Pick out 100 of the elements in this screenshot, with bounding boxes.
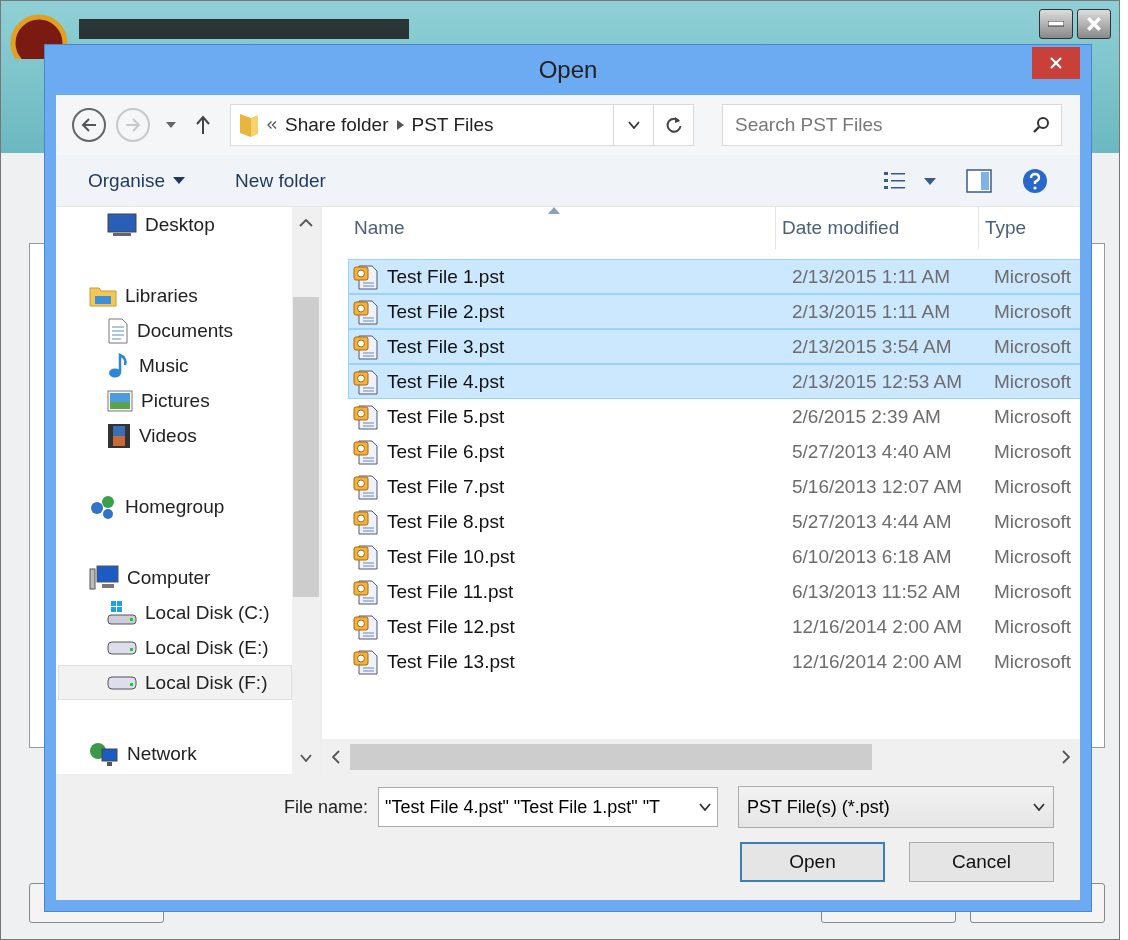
right-arrow-icon (124, 117, 142, 133)
network-icon (89, 740, 119, 767)
column-header[interactable]: Date modified (776, 207, 979, 249)
address-bar[interactable]: Share folder PST Files (230, 104, 694, 146)
type-cell-text: Microsoft (993, 300, 1072, 323)
vertical-scrollbar[interactable] (292, 207, 320, 774)
caret-icon (166, 122, 176, 128)
picture-icon (107, 389, 133, 412)
date-cell-text: 12/16/2014 2:00 AM (791, 615, 964, 638)
computer-icon (89, 564, 119, 591)
column-header[interactable]: Type (979, 207, 1080, 249)
nav-item[interactable]: Music (58, 348, 292, 383)
type-cell-text: Microsoft (993, 440, 1072, 463)
folder-icon (239, 112, 259, 138)
date-cell-text: 12/16/2014 2:00 AM (791, 650, 964, 673)
up-chevron-icon (299, 219, 313, 227)
minimize-button[interactable] (1039, 9, 1073, 39)
nav-item[interactable]: Local Disk (F:) (58, 665, 292, 700)
minimize-icon (1048, 21, 1064, 27)
date-cell-text: 6/13/2013 11:52 AM (791, 580, 962, 603)
date-cell-text: 2/6/2015 2:39 AM (791, 405, 942, 428)
file-name: Test File 12.pst (387, 615, 515, 638)
breadcrumb[interactable]: PST Files (411, 114, 494, 136)
file-type-dropdown[interactable]: PST File(s) (*.pst) (738, 786, 1054, 828)
pst-file-icon (353, 403, 379, 430)
drive-icon (107, 674, 137, 691)
scroll-thumb[interactable] (293, 297, 319, 597)
file-name: Test File 13.pst (387, 650, 515, 673)
pst-file-icon (353, 578, 379, 605)
pst-file-icon (353, 333, 379, 360)
type-cell-text: Microsoft (993, 580, 1072, 603)
file-row[interactable]: Test File 1.pst 2/13/2015 1:11 AM Microsoft (348, 259, 1080, 294)
date-cell-text: 2/13/2015 3:54 AM (791, 335, 953, 358)
nav-item[interactable]: Pictures (58, 383, 292, 418)
file-name: Test File 1.pst (387, 265, 505, 288)
file-row[interactable]: Test File 6.pst 5/27/2013 4:40 AM Microsoft (348, 434, 1080, 469)
date-cell-text: 2/13/2015 1:11 AM (791, 265, 952, 288)
search-field[interactable]: Search PST Files (722, 104, 1062, 146)
close-icon (1049, 56, 1063, 70)
nav-item[interactable]: Desktop (58, 207, 292, 242)
up-arrow-icon (195, 115, 211, 135)
double-chevron-icon (267, 121, 277, 129)
nav-item[interactable]: Network (58, 736, 292, 771)
film-icon (107, 422, 131, 449)
nav-item[interactable]: Documents (58, 313, 292, 348)
right-chevron-icon (1062, 749, 1070, 764)
scroll-thumb[interactable] (350, 743, 872, 770)
nav-item[interactable]: Videos (58, 418, 292, 453)
back-button[interactable] (72, 108, 106, 142)
file-name-field[interactable]: "Test File 4.pst" "Test File 1.pst" "T (378, 787, 718, 827)
caret-icon (1033, 803, 1045, 811)
close-button[interactable] (1077, 9, 1111, 39)
file-name: Test File 11.pst (387, 580, 514, 603)
nav-item[interactable]: Homegroup (58, 489, 292, 524)
file-row[interactable]: Test File 12.pst 12/16/2014 2:00 AM Microsoft (348, 609, 1080, 644)
date-cell-text: 6/10/2013 6:18 AM (791, 545, 953, 568)
refresh-icon (664, 116, 683, 134)
type-cell-text: Microsoft (993, 650, 1072, 673)
system-drive-icon (107, 599, 137, 626)
new-folder-button[interactable]: New folder (233, 165, 328, 196)
caret-icon (627, 121, 640, 129)
file-row[interactable]: Test File 7.pst 5/16/2013 12:07 AM Microsoft (348, 469, 1080, 504)
type-cell-text: Microsoft (993, 475, 1072, 498)
organise-button[interactable]: Organise (86, 165, 188, 196)
column-header[interactable]: Name (348, 207, 776, 249)
file-name-label: File name: (283, 796, 368, 818)
pst-file-icon (353, 613, 379, 640)
type-cell-text: Microsoft (993, 405, 1072, 428)
close-icon (1086, 16, 1102, 32)
file-name: Test File 8.pst (387, 510, 505, 533)
homegroup-icon (89, 493, 117, 520)
file-row[interactable]: Test File 5.pst 2/6/2015 2:39 AM Microsoft (348, 399, 1080, 434)
file-row[interactable]: Test File 13.pst 12/16/2014 2:00 AM Microsoft (348, 644, 1080, 679)
type-cell-text: Microsoft (993, 370, 1072, 393)
pst-file-icon (353, 298, 379, 325)
file-row[interactable]: Test File 4.pst 2/13/2015 12:53 AM Microsoft (348, 364, 1080, 399)
pst-file-icon (353, 473, 379, 500)
file-row[interactable]: Test File 10.pst 6/10/2013 6:18 AM Microsoft (348, 539, 1080, 574)
dialog-title: Open (538, 56, 598, 84)
caret-icon (300, 754, 312, 762)
file-row[interactable]: Test File 3.pst 2/13/2015 3:54 AM Microsoft (348, 329, 1080, 364)
date-cell-text: 5/27/2013 4:40 AM (791, 440, 953, 463)
file-name: Test File 7.pst (387, 475, 505, 498)
dialog-button[interactable]: Cancel (909, 842, 1054, 882)
pane-icon (966, 168, 992, 193)
pst-file-icon (353, 438, 379, 465)
nav-item[interactable]: Local Disk (E:) (58, 630, 292, 665)
file-row[interactable]: Test File 8.pst 5/27/2013 4:44 AM Microsoft (348, 504, 1080, 539)
nav-item[interactable]: Computer (58, 560, 292, 595)
nav-item[interactable]: Libraries (58, 278, 292, 313)
file-name: Test File 3.pst (387, 335, 505, 358)
file-row[interactable]: Test File 2.pst 2/13/2015 1:11 AM Microsoft (348, 294, 1080, 329)
dialog-button[interactable]: Open (740, 842, 885, 882)
pst-file-icon (353, 508, 379, 535)
file-row[interactable]: Test File 11.pst 6/13/2013 11:52 AM Microsoft (348, 574, 1080, 609)
date-cell-text: 2/13/2015 1:11 AM (791, 300, 952, 323)
nav-item[interactable]: Local Disk (C:) (58, 595, 292, 630)
chevron-icon (396, 120, 404, 130)
breadcrumb[interactable]: Share folder (285, 114, 389, 136)
left-chevron-icon (332, 749, 340, 764)
